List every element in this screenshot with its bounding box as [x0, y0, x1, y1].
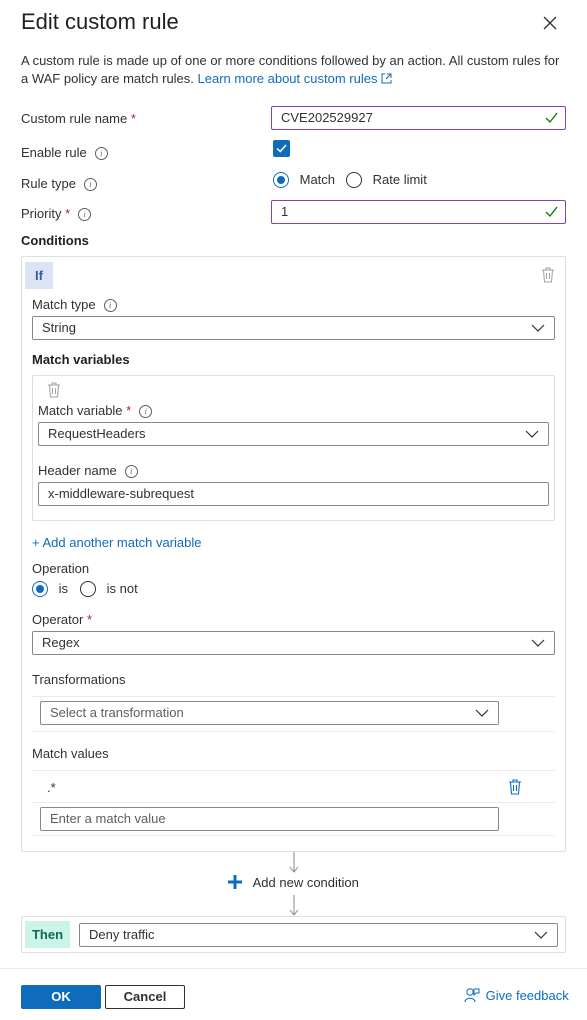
panel-title: Edit custom rule [21, 9, 179, 34]
match-variable-dropdown[interactable]: RequestHeaders [38, 422, 549, 446]
delete-condition-icon[interactable] [541, 267, 555, 286]
match-values-label: Match values [32, 746, 109, 761]
panel-description: A custom rule is made up of one or more … [21, 52, 569, 88]
external-link-icon [381, 73, 392, 84]
condition-card [21, 256, 566, 852]
operation-is-radio[interactable]: is [32, 580, 68, 597]
match-variable-label: Match variable * i [38, 403, 153, 418]
rule-type-match-radio[interactable]: Match [273, 171, 335, 188]
info-icon: i [139, 405, 153, 418]
conditions-heading: Conditions [21, 233, 89, 248]
delete-match-value-icon[interactable] [508, 779, 522, 798]
feedback-icon [464, 988, 480, 1003]
match-type-label: Match type i [32, 297, 117, 312]
match-value-item: .* [47, 780, 56, 795]
rule-name-label: Custom rule name * [21, 111, 136, 126]
cancel-button[interactable]: Cancel [105, 985, 185, 1009]
chevron-down-icon [531, 324, 545, 332]
chevron-down-icon [531, 639, 545, 647]
header-name-input[interactable]: x-middleware-subrequest [38, 482, 549, 506]
delete-match-variable-icon[interactable] [47, 382, 61, 401]
divider [32, 731, 555, 732]
transformation-dropdown[interactable]: Select a transformation [40, 701, 499, 725]
add-match-variable-link[interactable]: + Add another match variable [32, 535, 201, 550]
rule-type-label: Rule type i [21, 176, 97, 191]
enable-rule-checkbox[interactable] [273, 140, 290, 157]
valid-check-icon [545, 206, 558, 218]
info-icon: i [103, 299, 117, 312]
info-icon: i [124, 465, 138, 478]
radio-selected-icon [32, 580, 48, 597]
add-new-condition-button[interactable]: Add new condition [227, 874, 359, 890]
match-value-input[interactable]: Enter a match value [40, 807, 499, 831]
give-feedback-link[interactable]: Give feedback [464, 987, 569, 1003]
chevron-down-icon [534, 931, 548, 939]
priority-input[interactable]: 1 [271, 200, 566, 224]
chevron-down-icon [525, 430, 539, 438]
divider [32, 835, 555, 836]
rule-type-rate-limit-radio[interactable]: Rate limit [346, 171, 427, 188]
match-type-dropdown[interactable]: String [32, 316, 555, 340]
operation-is-not-radio[interactable]: is not [80, 580, 138, 597]
chevron-down-icon [475, 709, 489, 717]
operator-dropdown[interactable]: Regex [32, 631, 555, 655]
transformations-label: Transformations [32, 672, 126, 687]
valid-check-icon [545, 112, 558, 124]
learn-more-link[interactable]: Learn more about custom rules [198, 71, 393, 86]
close-icon[interactable] [541, 14, 559, 32]
operation-label: Operation [32, 561, 90, 576]
if-badge: If [25, 262, 53, 289]
header-name-label: Header name i [38, 463, 138, 478]
priority-label: Priority * i [21, 206, 92, 221]
action-dropdown[interactable]: Deny traffic [79, 923, 558, 947]
rule-name-input[interactable]: CVE202529927 [271, 106, 566, 130]
ok-button[interactable]: OK [21, 985, 101, 1009]
radio-selected-icon [273, 171, 289, 188]
footer-divider [0, 968, 587, 969]
divider [32, 802, 555, 803]
info-icon: i [78, 208, 92, 221]
plus-icon [228, 875, 242, 889]
divider [32, 696, 555, 697]
checkmark-icon [276, 144, 287, 153]
radio-unselected-icon [346, 171, 362, 188]
info-icon: i [94, 147, 108, 160]
divider [32, 770, 555, 771]
info-icon: i [83, 178, 97, 191]
operator-label: Operator * [32, 612, 92, 627]
radio-unselected-icon [80, 580, 96, 597]
match-variables-heading: Match variables [32, 352, 130, 367]
enable-rule-label: Enable rule i [21, 145, 108, 160]
then-badge: Then [25, 921, 70, 948]
